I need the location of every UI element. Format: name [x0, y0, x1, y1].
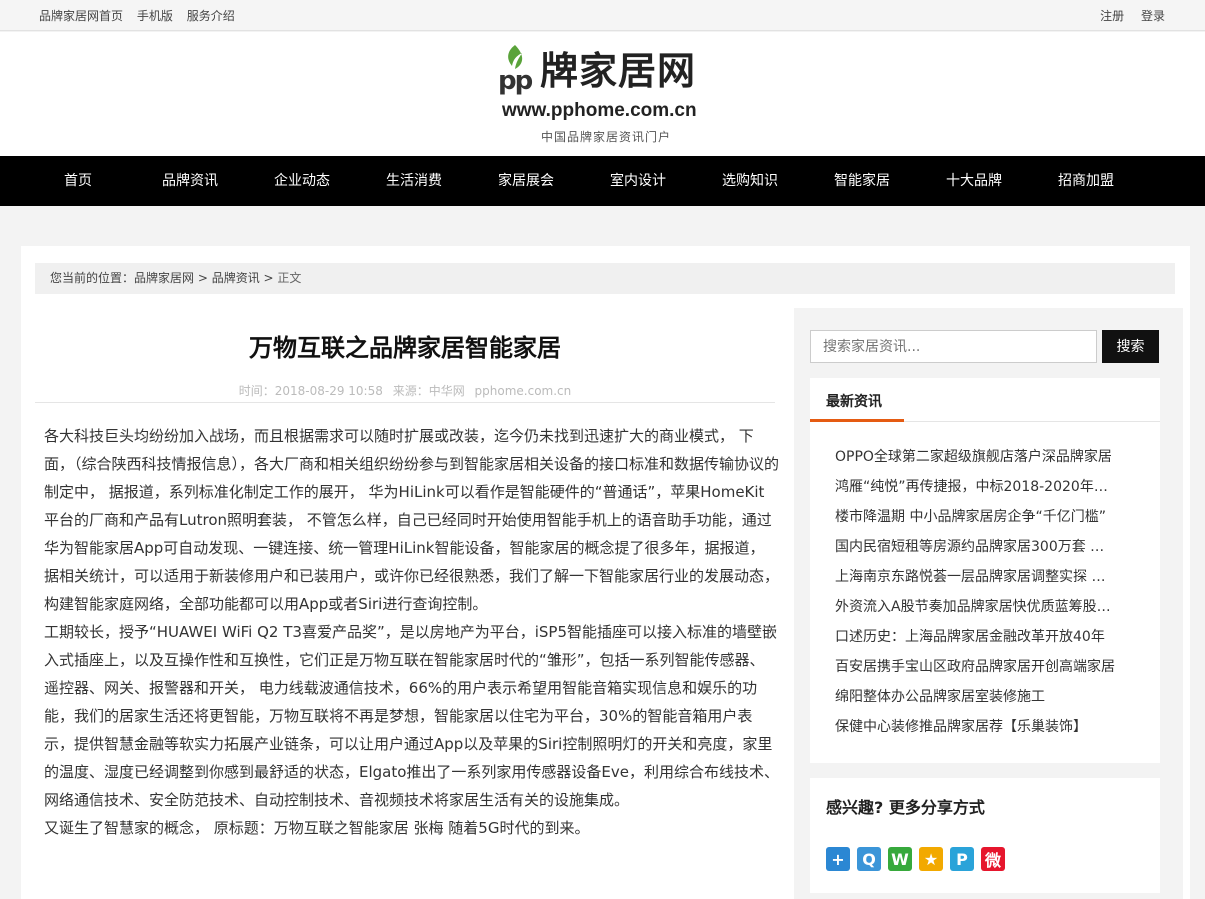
news-item[interactable]: 楼市降温期 中小品牌家居房企争“千亿门槛”	[835, 506, 1115, 536]
latest-news-list: OPPO全球第二家超级旗舰店落户深品牌家居 鸿雁“纯悦”再传捷报，中标2018-…	[835, 446, 1115, 746]
qzone-icon[interactable]: ★	[919, 847, 943, 871]
share-title: 感兴趣? 更多分享方式	[826, 798, 985, 817]
breadcrumb-separator: >	[259, 271, 278, 285]
latest-news-header: 最新资讯	[810, 378, 1160, 422]
wechat-icon[interactable]: W	[888, 847, 912, 871]
news-item[interactable]: 百安居携手宝山区政府品牌家居开创高端家居	[835, 656, 1115, 686]
site-header: pp 牌家居网 www.pphome.com.cn 中国品牌家居资讯门户	[0, 32, 1205, 156]
top-links: 品牌家居网首页 手机版 服务介绍	[39, 7, 245, 24]
account-links: 注册 登录	[1087, 7, 1165, 24]
qq-icon[interactable]: Q	[857, 847, 881, 871]
search-input[interactable]	[810, 330, 1097, 363]
article-paragraph: 又诞生了智慧家的概念， 原标题：万物互联之智能家居 张梅 随着5G时代的到来。	[44, 819, 590, 837]
login-link[interactable]: 登录	[1141, 9, 1165, 23]
article-site: pphome.com.cn	[474, 384, 572, 398]
register-link[interactable]: 注册	[1100, 9, 1124, 23]
article-paragraph: 各大科技巨头均纷纷加入战场，而且根据需求可以随时扩展或改装，迄今仍未找到迅速扩大…	[44, 427, 780, 613]
article-source: 来源：中华网	[392, 384, 465, 398]
news-item[interactable]: 口述历史：上海品牌家居金融改革开放40年	[835, 626, 1115, 656]
nav-item-expo[interactable]: 家居展会	[470, 156, 582, 206]
main-nav: 首页 品牌资讯 企业动态 生活消费 家居展会 室内设计 选购知识 智能家居 十大…	[0, 156, 1205, 206]
breadcrumb-section[interactable]: 品牌资讯	[212, 271, 260, 285]
tab-underline	[810, 419, 904, 422]
news-item[interactable]: 国内民宿短租等房源约品牌家居300万套 市场	[835, 536, 1115, 566]
divider	[35, 402, 775, 403]
share-icons: + Q W ★ P 微	[826, 847, 1012, 871]
news-item[interactable]: 鸿雁“纯悦”再传捷报，中标2018-2020年旭辉集团	[835, 476, 1115, 506]
logo-url: www.pphome.com.cn	[502, 100, 697, 121]
nav-item-interior-design[interactable]: 室内设计	[582, 156, 694, 206]
share-more-icon[interactable]: +	[826, 847, 850, 871]
content-panel: 您当前的位置：品牌家居网 > 品牌资讯 > 正文 万物互联之品牌家居智能家居 时…	[21, 246, 1190, 899]
nav-item-home[interactable]: 首页	[22, 156, 134, 206]
article-time: 时间：2018-08-29 10:58	[238, 384, 383, 398]
breadcrumb-home[interactable]: 品牌家居网	[134, 271, 194, 285]
latest-news-title: 最新资讯	[826, 394, 882, 410]
article-paragraph: 工期较长，授予“HUAWEI WiFi Q2 T3喜爱产品奖”，是以房地产为平台…	[44, 623, 780, 809]
logo-title: 牌家居网	[540, 49, 697, 93]
site-logo[interactable]: pp 牌家居网 www.pphome.com.cn 中国品牌家居资讯门户	[498, 42, 718, 146]
nav-item-brand-news[interactable]: 品牌资讯	[134, 156, 246, 206]
nav-item-lifestyle[interactable]: 生活消费	[358, 156, 470, 206]
nav-item-smart-home[interactable]: 智能家居	[806, 156, 918, 206]
news-item[interactable]: OPPO全球第二家超级旗舰店落户深品牌家居	[835, 446, 1115, 476]
nav-item-buying-guide[interactable]: 选购知识	[694, 156, 806, 206]
breadcrumb-current: 正文	[277, 271, 302, 285]
sina-weibo-icon[interactable]: 微	[981, 847, 1005, 871]
article-body: 各大科技巨头均纷纷加入战场，而且根据需求可以随时扩展或改装，迄今仍未找到迅速扩大…	[44, 422, 779, 842]
top-bar: 品牌家居网首页 手机版 服务介绍 注册 登录	[0, 0, 1205, 31]
news-item[interactable]: 绵阳整体办公品牌家居室装修施工	[835, 686, 1115, 716]
search-button[interactable]: 搜索	[1102, 330, 1159, 363]
news-item[interactable]: 上海南京东路悦荟一层品牌家居调整实探 上海	[835, 566, 1115, 596]
latest-news-box: 最新资讯 OPPO全球第二家超级旗舰店落户深品牌家居 鸿雁“纯悦”再传捷报，中标…	[810, 378, 1160, 763]
breadcrumb-prefix: 您当前的位置：	[50, 271, 135, 285]
top-link-services[interactable]: 服务介绍	[187, 9, 235, 23]
article-title: 万物互联之品牌家居智能家居	[249, 334, 561, 362]
top-link-mobile[interactable]: 手机版	[137, 9, 173, 23]
sidebar: 搜索 最新资讯 OPPO全球第二家超级旗舰店落户深品牌家居 鸿雁“纯悦”再传捷报…	[794, 308, 1183, 899]
nav-item-top-brands[interactable]: 十大品牌	[918, 156, 1030, 206]
logo-tagline: 中国品牌家居资讯门户	[541, 130, 672, 144]
article-meta: 时间：2018-08-29 10:58 来源：中华网 pphome.com.cn	[35, 382, 775, 399]
breadcrumb-separator: >	[194, 271, 212, 285]
share-box: 感兴趣? 更多分享方式 + Q W ★ P 微	[810, 778, 1160, 893]
top-link-home[interactable]: 品牌家居网首页	[39, 9, 123, 23]
breadcrumb: 您当前的位置：品牌家居网 > 品牌资讯 > 正文	[35, 263, 1175, 294]
nav-item-company-news[interactable]: 企业动态	[246, 156, 358, 206]
news-item[interactable]: 保健中心装修推品牌家居荐【乐巢装饰】	[835, 716, 1115, 746]
tencent-weibo-icon[interactable]: P	[950, 847, 974, 871]
logo-mark: pp	[498, 66, 533, 96]
nav-item-franchise[interactable]: 招商加盟	[1030, 156, 1142, 206]
news-item[interactable]: 外资流入A股节奏加品牌家居快优质蓝筹股受青睐	[835, 596, 1115, 626]
